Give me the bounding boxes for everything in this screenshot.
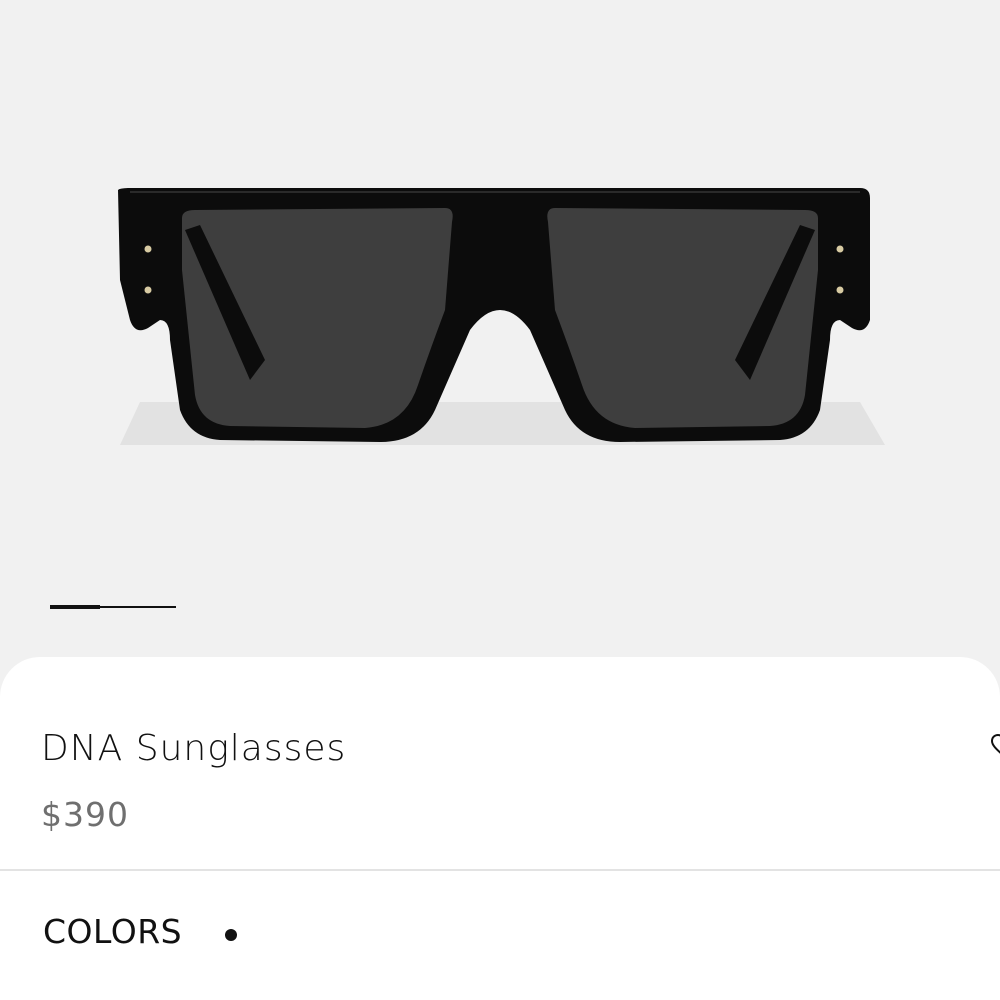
color-swatch-black[interactable]: [225, 929, 237, 941]
product-detail-page: DNA Sunglasses $390 COLORS: [0, 0, 1000, 1000]
section-divider: [0, 869, 1000, 871]
product-title: DNA Sunglasses: [41, 728, 347, 769]
colors-label: COLORS: [43, 912, 183, 951]
product-price: $390: [41, 795, 129, 834]
heart-icon[interactable]: [990, 733, 1000, 759]
gallery-pagination[interactable]: [50, 605, 176, 609]
sunglasses-image: [118, 188, 885, 445]
pagination-active-indicator: [50, 605, 100, 609]
product-gallery[interactable]: [0, 0, 1000, 660]
